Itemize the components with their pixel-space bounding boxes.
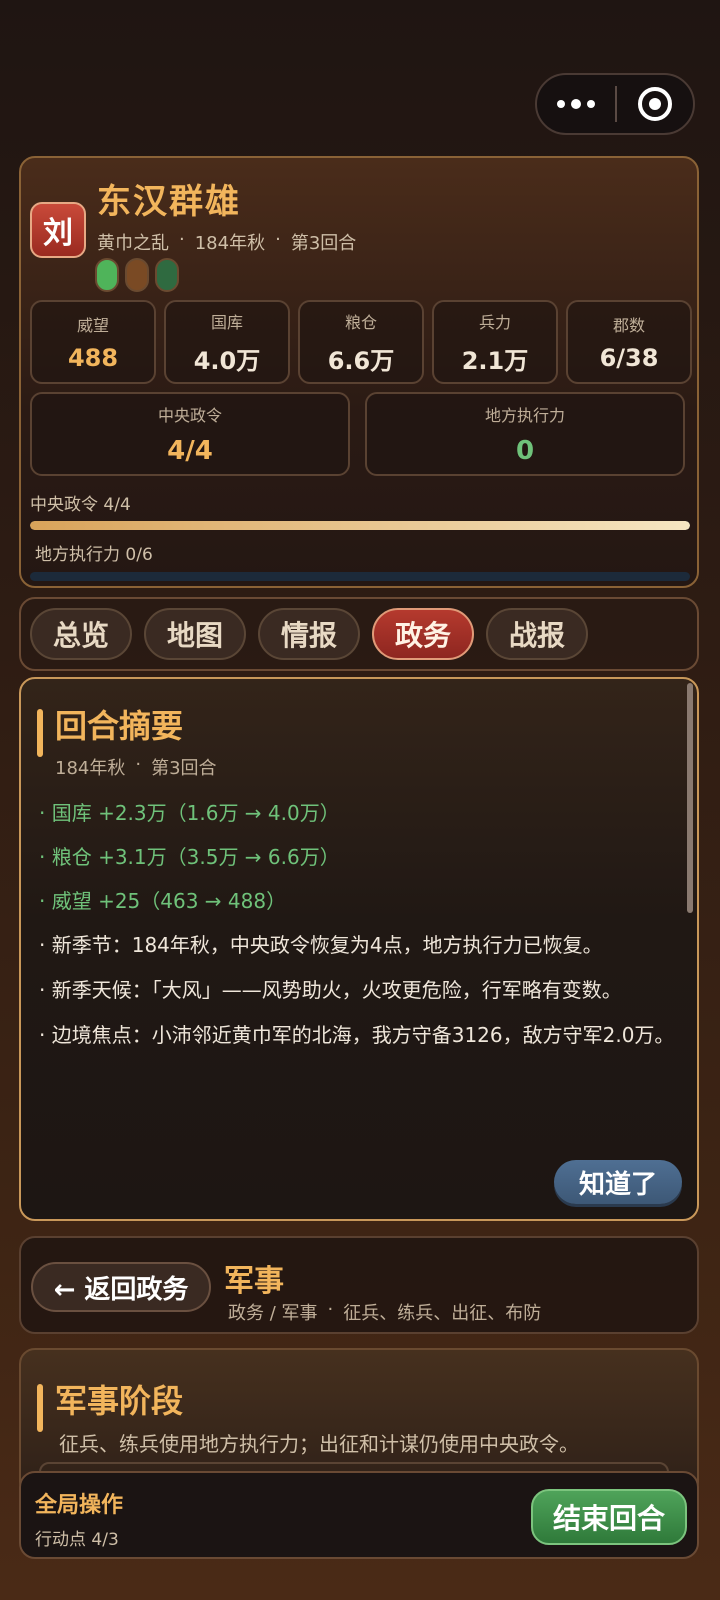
local-execution-bar <box>30 572 690 581</box>
separator: · <box>275 229 281 250</box>
local-execution-box: 地方执行力 0 <box>365 392 685 476</box>
global-actions-title: 全局操作 <box>35 1493 124 1518</box>
stat-prestige: 威望 488 <box>30 300 156 384</box>
summary-subtitle: 184年秋 · 第3回合 <box>55 754 217 780</box>
central-orders-label: 中央政令 <box>157 406 222 425</box>
phase-description: 征兵、练兵使用地方执行力；出征和计谋仍使用中央政令。 <box>59 1432 579 1456</box>
tab-map[interactable]: 地图 <box>144 608 246 660</box>
summary-turn: 第3回合 <box>151 758 217 779</box>
central-orders-box: 中央政令 4/4 <box>30 392 350 476</box>
miniprogram-capsule <box>535 73 695 135</box>
summary-title: 回合摘要 <box>55 707 184 745</box>
stat-label: 粮仓 <box>344 312 377 332</box>
breadcrumb: 政务 / 军事 · 征兵、练兵、出征、布防 <box>228 1299 541 1325</box>
acknowledge-button[interactable]: 知道了 <box>554 1160 682 1204</box>
status-pill <box>95 258 119 292</box>
breadcrumb-path: 政务 / 军事 <box>228 1303 318 1324</box>
stat-value: 6.6万 <box>327 346 395 375</box>
game-title: 东汉群雄 <box>97 182 241 222</box>
summary-lines: · 国库 +2.3万（1.6万 → 4.0万） · 粮仓 +3.1万（3.5万 … <box>39 791 689 1052</box>
military-header: ← 返回政务 军事 政务 / 军事 · 征兵、练兵、出征、布防 <box>19 1236 699 1334</box>
local-execution-value: 0 <box>515 436 535 466</box>
stat-troops: 兵力 2.1万 <box>432 300 558 384</box>
summary-gain-line: · 粮仓 +3.1万（3.5万 → 6.6万） <box>39 845 340 869</box>
season-label: 184年秋 <box>194 233 266 254</box>
stat-value: 6/38 <box>599 344 659 372</box>
tab-overview[interactable]: 总览 <box>30 608 132 660</box>
scenario-info: 黄巾之乱 · 184年秋 · 第3回合 <box>97 229 356 255</box>
local-execution-label: 地方执行力 <box>484 406 565 425</box>
stat-granary: 粮仓 6.6万 <box>298 300 424 384</box>
back-to-affairs-button[interactable]: ← 返回政务 <box>31 1262 211 1312</box>
stat-treasury: 国库 4.0万 <box>164 300 290 384</box>
central-bar-label: 中央政令 4/4 <box>30 495 131 515</box>
central-orders-value: 4/4 <box>167 436 213 466</box>
action-points: 行动点 4/3 <box>35 1530 119 1550</box>
tab-battle-report[interactable]: 战报 <box>486 608 588 660</box>
separator: · <box>327 1299 334 1320</box>
resource-stats: 威望 488 国库 4.0万 粮仓 6.6万 兵力 2.1万 郡数 6/38 <box>30 300 692 384</box>
close-icon[interactable] <box>617 87 693 121</box>
status-pill <box>155 258 179 292</box>
stat-label: 国库 <box>210 312 243 332</box>
stat-value: 4.0万 <box>193 346 261 375</box>
phase-title: 军事阶段 <box>55 1382 184 1420</box>
tab-affairs[interactable]: 政务 <box>372 608 474 660</box>
stat-label: 威望 <box>76 316 109 335</box>
summary-gain-line: · 国库 +2.3万（1.6万 → 4.0万） <box>39 801 340 825</box>
military-title: 军事 <box>224 1264 284 1299</box>
era-label: 黄巾之乱 <box>97 233 169 254</box>
faction-seal: 刘 <box>30 202 86 258</box>
title-accent <box>37 709 43 757</box>
summary-event-line: · 边境焦点：小沛邻近黄巾军的北海，我方守备3126，敌方守军2.0万。 <box>39 1023 675 1047</box>
end-turn-button[interactable]: 结束回合 <box>531 1489 687 1545</box>
stat-value: 2.1万 <box>461 346 529 375</box>
title-accent <box>37 1384 43 1432</box>
turn-label: 第3回合 <box>290 233 357 254</box>
summary-event-line: · 新季节：184年秋，中央政令恢复为4点，地方执行力已恢复。 <box>39 933 603 957</box>
stat-value: 488 <box>67 344 119 372</box>
central-bar-fill <box>30 521 690 530</box>
status-card: 刘 东汉群雄 黄巾之乱 · 184年秋 · 第3回合 威望 488 国库 4.0… <box>19 156 699 588</box>
stat-commanderies: 郡数 6/38 <box>566 300 692 384</box>
turn-summary-dialog: 回合摘要 184年秋 · 第3回合 · 国库 +2.3万（1.6万 → 4.0万… <box>19 677 699 1221</box>
stat-label: 郡数 <box>612 316 645 335</box>
global-actions-bar: 全局操作 行动点 4/3 结束回合 <box>19 1471 699 1559</box>
main-tabs: 总览 地图 情报 政务 战报 <box>19 597 699 671</box>
military-tasks: 征兵、练兵、出征、布防 <box>343 1303 542 1324</box>
status-pills <box>95 258 179 292</box>
separator: · <box>179 229 185 250</box>
stat-label: 兵力 <box>478 312 511 332</box>
more-icon[interactable] <box>537 75 615 133</box>
summary-gain-line: · 威望 +25（463 → 488） <box>39 889 287 913</box>
central-orders-bar <box>30 521 690 530</box>
local-bar-label: 地方执行力 0/6 <box>35 545 153 565</box>
tab-intel[interactable]: 情报 <box>258 608 360 660</box>
status-pill <box>125 258 149 292</box>
summary-season: 184年秋 <box>55 758 126 779</box>
separator: · <box>135 754 142 775</box>
summary-event-line: · 新季天候：「大风」——风势助火，火攻更危险，行军略有变数。 <box>39 978 622 1002</box>
app-screen: 刘 东汉群雄 黄巾之乱 · 184年秋 · 第3回合 威望 488 国库 4.0… <box>0 0 720 1600</box>
